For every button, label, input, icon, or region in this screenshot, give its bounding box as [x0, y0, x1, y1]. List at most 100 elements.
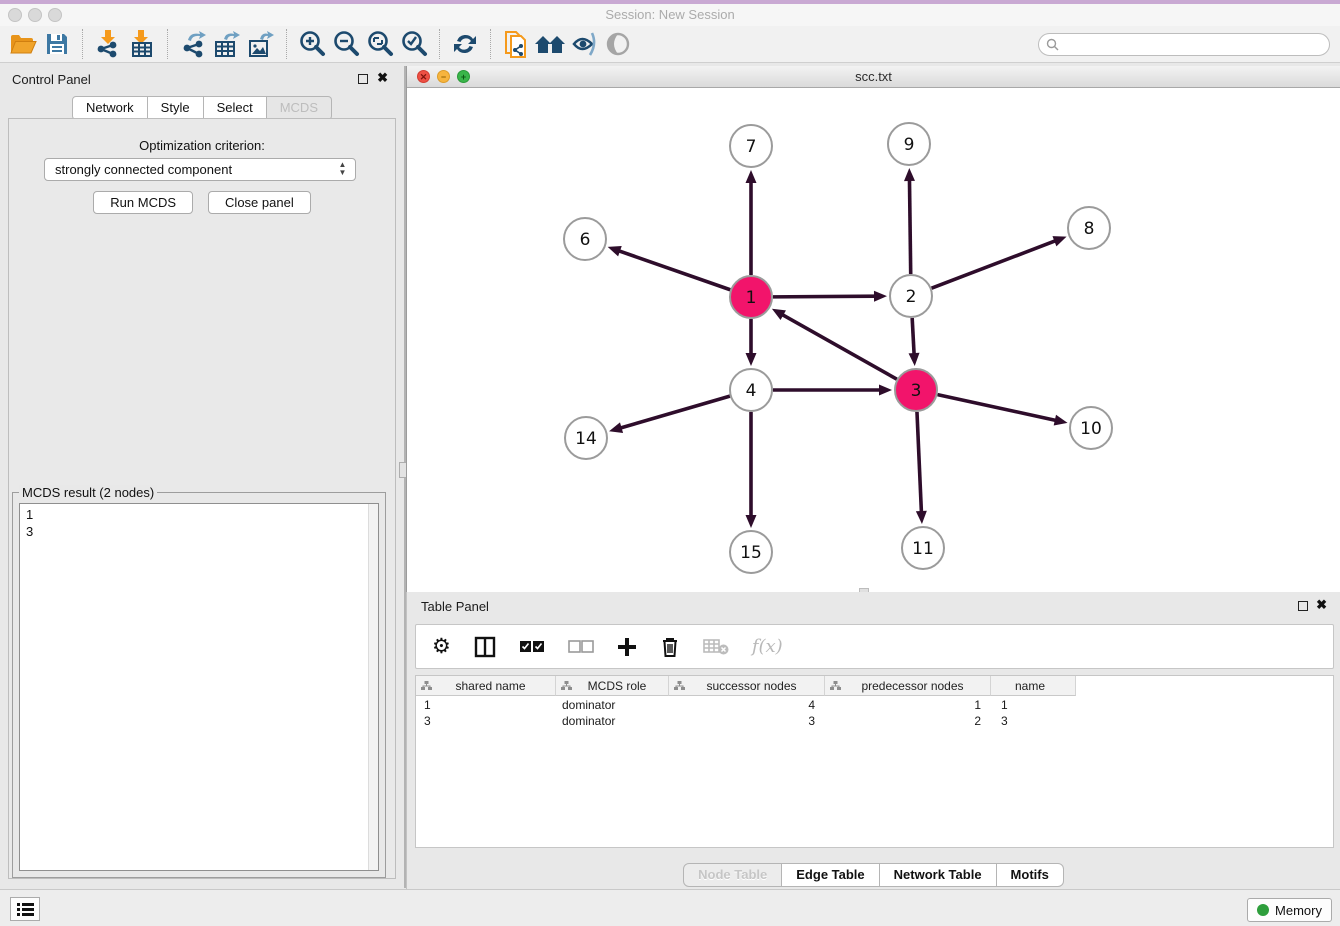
network-window-titlebar[interactable]: ✕ − + scc.txt: [407, 66, 1340, 88]
export-image-icon[interactable]: [244, 28, 278, 60]
save-session-icon[interactable]: [40, 28, 74, 60]
settings-icon[interactable]: ⚙: [432, 636, 451, 657]
float-table-panel-icon[interactable]: [1298, 601, 1308, 611]
column-header-MCDS-role[interactable]: MCDS role: [556, 676, 669, 696]
table-cell[interactable]: 3: [669, 713, 825, 729]
zoom-fit-icon[interactable]: [363, 28, 397, 60]
tab-mcds[interactable]: MCDS: [267, 96, 332, 120]
tab-motifs[interactable]: Motifs: [997, 863, 1064, 887]
add-column-icon[interactable]: [617, 637, 637, 657]
edge-2-8[interactable]: [932, 240, 1057, 288]
table-cell[interactable]: 3: [416, 713, 556, 729]
column-header-predecessor-nodes[interactable]: predecessor nodes: [825, 676, 991, 696]
zoom-selected-icon[interactable]: [397, 28, 431, 60]
zoom-out-icon[interactable]: [329, 28, 363, 60]
tab-network[interactable]: Network: [72, 96, 148, 120]
table-cell[interactable]: 1: [825, 697, 991, 713]
show-column-icon[interactable]: [474, 636, 496, 658]
edge-3-11[interactable]: [917, 412, 921, 513]
table-row[interactable]: 3dominator323: [416, 713, 1333, 729]
table-cell[interactable]: dominator: [556, 713, 669, 729]
close-panel-icon[interactable]: ✖: [377, 71, 388, 85]
zoom-in-icon[interactable]: [295, 28, 329, 60]
table-cell[interactable]: 1: [991, 697, 1076, 713]
tab-node-table[interactable]: Node Table: [683, 863, 782, 887]
graph-node-label: 14: [575, 429, 597, 449]
table-tabs: Node Table Edge Table Network Table Moti…: [407, 863, 1340, 887]
table-cell[interactable]: 2: [825, 713, 991, 729]
sort-hierarchy-icon: [674, 681, 685, 691]
mcds-result-title: MCDS result (2 nodes): [19, 485, 157, 500]
export-network-icon[interactable]: [176, 28, 210, 60]
toolbar-separator: [82, 29, 83, 59]
tab-select[interactable]: Select: [204, 96, 267, 120]
toolbar-separator: [167, 29, 168, 59]
edge-3-10[interactable]: [937, 395, 1056, 421]
criterion-select[interactable]: strongly connected component ▲▼: [44, 158, 356, 181]
tab-style[interactable]: Style: [148, 96, 204, 120]
network-graph[interactable]: 7968124314101511: [407, 88, 1340, 592]
run-mcds-button[interactable]: Run MCDS: [93, 191, 193, 214]
task-history-button[interactable]: [10, 897, 40, 921]
float-panel-icon[interactable]: [358, 74, 368, 84]
edge-4-14[interactable]: [620, 396, 730, 428]
table-cell[interactable]: 1: [416, 697, 556, 713]
column-header-label: name: [991, 679, 1075, 693]
table-cell[interactable]: 4: [669, 697, 825, 713]
memory-button[interactable]: Memory: [1247, 898, 1332, 922]
delete-column-icon[interactable]: [660, 636, 680, 658]
search-input-field[interactable]: [1059, 38, 1329, 52]
refresh-style-icon[interactable]: [448, 28, 482, 60]
edge-3-1[interactable]: [781, 314, 896, 379]
search-input[interactable]: [1038, 33, 1330, 56]
graph-node-label: 4: [746, 381, 757, 401]
column-header-successor-nodes[interactable]: successor nodes: [669, 676, 825, 696]
edge-arrowhead: [879, 385, 892, 396]
function-builder-icon[interactable]: f(x): [752, 636, 783, 657]
select-all-icon[interactable]: [519, 640, 545, 653]
tab-network-table[interactable]: Network Table: [880, 863, 997, 887]
application-window: Session: New Session: [0, 0, 1340, 926]
sort-hierarchy-icon: [561, 681, 572, 691]
import-table-icon[interactable]: [125, 28, 159, 60]
memory-label: Memory: [1275, 903, 1322, 918]
control-panel-title: Control Panel: [12, 72, 91, 87]
show-details-icon[interactable]: [601, 28, 635, 60]
edge-arrowhead: [608, 246, 622, 256]
table-cell[interactable]: dominator: [556, 697, 669, 713]
column-header-shared-name[interactable]: shared name: [416, 676, 556, 696]
edge-arrowhead: [909, 353, 920, 366]
export-table-icon[interactable]: [210, 28, 244, 60]
import-network-icon[interactable]: [91, 28, 125, 60]
edge-2-9[interactable]: [909, 179, 910, 274]
close-panel-button[interactable]: Close panel: [208, 191, 311, 214]
deselect-all-icon[interactable]: [568, 640, 594, 653]
edge-arrowhead: [746, 170, 757, 183]
delete-table-icon[interactable]: [703, 638, 729, 656]
select-stepper-icon: ▲▼: [337, 161, 348, 179]
memory-status-icon: [1257, 904, 1269, 916]
network-canvas[interactable]: 7968124314101511: [407, 88, 1340, 592]
close-table-panel-icon[interactable]: ✖: [1316, 598, 1327, 612]
node-table[interactable]: shared nameMCDS role successor nodesprede…: [415, 675, 1334, 848]
edge-2-3[interactable]: [912, 318, 914, 355]
open-session-icon[interactable]: [6, 28, 40, 60]
column-header-label: successor nodes: [685, 679, 824, 693]
edge-1-6[interactable]: [618, 251, 730, 290]
tab-edge-table[interactable]: Edge Table: [782, 863, 879, 887]
home-layout-icon[interactable]: [533, 28, 567, 60]
table-body: 1dominator4113dominator323: [416, 697, 1333, 847]
table-row[interactable]: 1dominator411: [416, 697, 1333, 713]
mcds-result-text: 1 3: [20, 504, 367, 870]
graph-node-label: 15: [740, 543, 762, 563]
edge-1-2[interactable]: [773, 296, 876, 297]
criterion-value: strongly connected component: [55, 162, 232, 177]
mcds-result-scrollbar[interactable]: [368, 504, 378, 870]
mcds-result-textarea[interactable]: 1 3: [19, 503, 379, 871]
hide-details-icon[interactable]: [567, 28, 601, 60]
table-cell[interactable]: 3: [991, 713, 1076, 729]
edge-arrowhead: [609, 422, 623, 433]
graph-node-label: 3: [911, 381, 922, 401]
column-header-name[interactable]: name: [991, 676, 1076, 696]
clone-network-icon[interactable]: [499, 28, 533, 60]
